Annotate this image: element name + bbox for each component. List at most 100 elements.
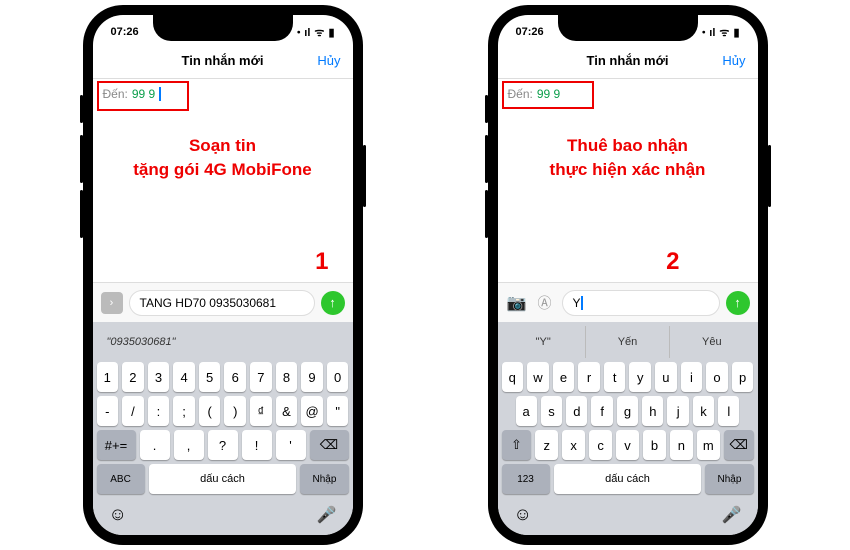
battery-icon: ▮ (328, 26, 334, 39)
key[interactable]: 4 (173, 362, 195, 392)
key[interactable]: s (541, 396, 562, 426)
cancel-button[interactable]: Hủy (722, 53, 745, 68)
suggest-bar: "0935030681" (97, 326, 349, 358)
key[interactable]: o (706, 362, 728, 392)
key[interactable]: k (693, 396, 714, 426)
highlight-to (97, 81, 189, 111)
key[interactable]: - (97, 396, 119, 426)
key[interactable]: , (174, 430, 204, 460)
key[interactable]: z (535, 430, 558, 460)
key[interactable]: 8 (276, 362, 298, 392)
shift-key[interactable]: ⇧ (502, 430, 532, 460)
step-number: 1 (315, 248, 328, 276)
key-row-1: qwertyuiop (502, 362, 754, 392)
key[interactable]: p (732, 362, 754, 392)
key[interactable]: h (642, 396, 663, 426)
key[interactable]: f (591, 396, 612, 426)
key[interactable]: e (553, 362, 575, 392)
num-key[interactable]: 123 (502, 464, 550, 494)
key-row-4: 123 dấu cách Nhập (502, 464, 754, 494)
nav-title: Tin nhắn mới (587, 53, 669, 68)
backspace-key[interactable]: ⌫ (724, 430, 754, 460)
key[interactable]: 6 (224, 362, 246, 392)
message-input-row: 📷 Ⓐ Y ↑ (498, 282, 758, 322)
key[interactable]: 7 (250, 362, 272, 392)
camera-icon[interactable]: 📷 (506, 292, 528, 314)
mic-icon[interactable]: 🎤 (722, 505, 742, 525)
enter-key[interactable]: Nhập (300, 464, 348, 494)
mic-icon[interactable]: 🎤 (317, 505, 337, 525)
key-row-3: ⇧ zxcvbnm ⌫ (502, 430, 754, 460)
key[interactable]: ) (224, 396, 246, 426)
space-key[interactable]: dấu cách (149, 464, 297, 494)
key[interactable]: m (697, 430, 720, 460)
key[interactable]: ? (208, 430, 238, 460)
key[interactable]: 3 (148, 362, 170, 392)
key[interactable]: ' (276, 430, 306, 460)
key[interactable]: ( (199, 396, 221, 426)
send-button[interactable]: ↑ (321, 291, 345, 315)
key[interactable]: 1 (97, 362, 119, 392)
key[interactable]: d (566, 396, 587, 426)
suggest-item[interactable]: Yêu (670, 326, 753, 358)
key[interactable]: y (629, 362, 651, 392)
key[interactable]: g (617, 396, 638, 426)
key[interactable]: u (655, 362, 677, 392)
key[interactable]: / (122, 396, 144, 426)
key-row-3: #+= .,?!' ⌫ (97, 430, 349, 460)
key[interactable]: l (718, 396, 739, 426)
suggest-item[interactable]: "Y" (502, 326, 586, 358)
message-input[interactable]: TANG HD70 0935030681 (129, 290, 315, 316)
emoji-icon[interactable]: ☺ (514, 504, 532, 525)
status-bar: 07:26 ・ıl ᯤ ▮ (498, 15, 758, 43)
key[interactable]: x (562, 430, 585, 460)
abc-key[interactable]: ABC (97, 464, 145, 494)
wifi-icon: ᯤ (719, 25, 729, 40)
key[interactable]: i (681, 362, 703, 392)
key[interactable]: t (604, 362, 626, 392)
nav-bar: Tin nhắn mới Hủy (93, 43, 353, 79)
key[interactable]: a (516, 396, 537, 426)
key[interactable]: : (148, 396, 170, 426)
message-input-row: › TANG HD70 0935030681 ↑ (93, 282, 353, 322)
appstore-icon[interactable]: Ⓐ (534, 292, 556, 314)
key[interactable]: ₫ (250, 396, 272, 426)
send-button[interactable]: ↑ (726, 291, 750, 315)
key[interactable]: @ (301, 396, 323, 426)
key[interactable]: j (667, 396, 688, 426)
message-input[interactable]: Y (562, 290, 720, 316)
key[interactable]: 5 (199, 362, 221, 392)
key[interactable]: 9 (301, 362, 323, 392)
emoji-icon[interactable]: ☺ (109, 504, 127, 525)
key[interactable]: & (276, 396, 298, 426)
key[interactable]: ! (242, 430, 272, 460)
suggest-item[interactable]: Yến (586, 326, 670, 358)
enter-key[interactable]: Nhập (705, 464, 753, 494)
key[interactable]: w (527, 362, 549, 392)
expand-icon[interactable]: › (101, 292, 123, 314)
nav-bar: Tin nhắn mới Hủy (498, 43, 758, 79)
key[interactable]: ; (173, 396, 195, 426)
key-row-2: -/:;()₫&@" (97, 396, 349, 426)
screen: 07:26 ・ıl ᯤ ▮ Tin nhắn mới Hủy Đến: 99 9… (93, 15, 353, 535)
key-row-1: 1234567890 (97, 362, 349, 392)
signal-icon: ・ıl (698, 24, 715, 40)
key[interactable]: n (670, 430, 693, 460)
backspace-key[interactable]: ⌫ (310, 430, 349, 460)
key[interactable]: v (616, 430, 639, 460)
suggest-item[interactable]: "0935030681" (97, 326, 186, 358)
content-area: Đến: 99 9 Soạn tin tặng gói 4G MobiFone … (93, 79, 353, 322)
key[interactable]: c (589, 430, 612, 460)
key[interactable]: . (140, 430, 170, 460)
shift-key[interactable]: #+= (97, 430, 136, 460)
space-key[interactable]: dấu cách (554, 464, 702, 494)
battery-icon: ▮ (733, 26, 739, 39)
cancel-button[interactable]: Hủy (317, 53, 340, 68)
key[interactable]: q (502, 362, 524, 392)
keyboard: "Y" Yến Yêu qwertyuiop asdfghjkl ⇧ zxcvb… (498, 322, 758, 535)
key[interactable]: 0 (327, 362, 349, 392)
key[interactable]: b (643, 430, 666, 460)
key[interactable]: r (578, 362, 600, 392)
key[interactable]: 2 (122, 362, 144, 392)
key[interactable]: " (327, 396, 349, 426)
